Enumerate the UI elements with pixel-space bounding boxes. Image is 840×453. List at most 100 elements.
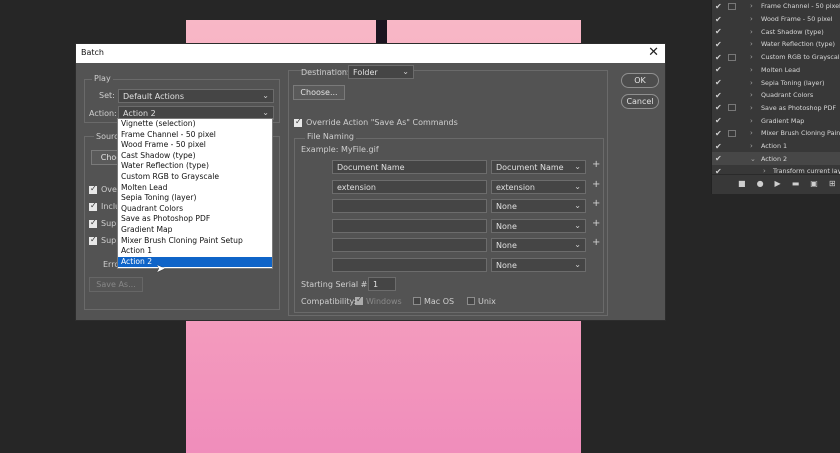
file-naming-text-field[interactable]: extension xyxy=(332,179,487,194)
suppress-profile-checkbox[interactable] xyxy=(89,235,97,245)
chevron-icon[interactable]: › xyxy=(750,129,753,137)
action-row[interactable]: ✔ › Gradient Map xyxy=(712,114,840,127)
destination-choose-button[interactable]: Choose... xyxy=(293,85,345,100)
ok-button[interactable]: OK xyxy=(621,73,659,88)
windows-checkbox[interactable] xyxy=(355,295,363,305)
save-as-label: Save As... xyxy=(96,280,136,289)
check-icon[interactable]: ✔ xyxy=(715,65,724,74)
play-icon[interactable]: ▶ xyxy=(775,179,781,188)
suppress-open-checkbox[interactable] xyxy=(89,218,97,228)
macos-checkbox[interactable] xyxy=(413,297,421,305)
include-subfolders-checkbox[interactable] xyxy=(89,201,97,211)
action-row[interactable]: ✔ › Mixer Brush Cloning Paint ... xyxy=(712,127,840,140)
dropdown-item[interactable]: Frame Channel - 50 pixel xyxy=(118,130,272,141)
override-open-checkbox[interactable] xyxy=(89,184,97,194)
check-icon[interactable]: ✔ xyxy=(715,103,724,112)
add-row-icon[interactable]: + xyxy=(592,159,600,170)
file-naming-select[interactable]: extension ⌄ xyxy=(491,179,586,194)
dialog-toggle-icon[interactable] xyxy=(728,2,736,10)
record-icon[interactable]: ● xyxy=(757,179,764,188)
action-row[interactable]: ✔ › Sepia Toning (layer) xyxy=(712,76,840,89)
file-naming-text-field[interactable] xyxy=(332,199,487,213)
file-naming-select[interactable]: Document Name ⌄ xyxy=(491,160,586,174)
dropdown-item[interactable]: Vignette (selection) xyxy=(118,119,272,130)
add-icon[interactable]: ⊞ xyxy=(829,179,836,188)
dropdown-item[interactable]: Water Reflection (type) xyxy=(118,161,272,172)
close-icon[interactable]: ✕ xyxy=(648,45,659,60)
file-naming-text-field[interactable] xyxy=(332,257,487,272)
check-icon[interactable]: ✔ xyxy=(715,129,724,138)
action-row-label: Action 2 xyxy=(761,154,788,163)
check-icon[interactable]: ✔ xyxy=(715,2,724,11)
chevron-icon[interactable]: › xyxy=(750,117,753,125)
add-row-icon[interactable]: + xyxy=(592,179,600,190)
set-select[interactable]: Default Actions ⌄ xyxy=(118,89,274,103)
check-icon[interactable]: ✔ xyxy=(715,53,724,62)
add-row-icon[interactable]: + xyxy=(592,198,600,209)
dropdown-item[interactable]: Sepia Toning (layer) xyxy=(118,193,272,204)
stop-icon[interactable]: ■ xyxy=(738,179,746,188)
dropdown-item[interactable]: Gradient Map xyxy=(118,225,272,236)
file-naming-text-field[interactable] xyxy=(332,218,487,233)
starting-serial-input[interactable]: 1 xyxy=(368,277,396,291)
cancel-button[interactable]: Cancel xyxy=(621,94,659,109)
chevron-icon[interactable]: › xyxy=(750,142,753,150)
action-row[interactable]: ✔ › Save as Photoshop PDF xyxy=(712,102,840,115)
check-icon[interactable]: ✔ xyxy=(715,91,724,100)
dropdown-item[interactable]: Save as Photoshop PDF xyxy=(118,214,272,225)
file-naming-select[interactable]: None ⌄ xyxy=(491,257,586,272)
check-icon[interactable]: ✔ xyxy=(715,27,724,36)
check-icon[interactable]: ✔ xyxy=(715,40,724,49)
action-row[interactable]: ✔ › Water Reflection (type) xyxy=(712,38,840,51)
check-icon[interactable]: ✔ xyxy=(715,142,724,151)
action-row[interactable]: ✔ › Action 1 xyxy=(712,140,840,153)
chevron-icon[interactable]: › xyxy=(750,28,753,36)
file-naming-select[interactable]: None ⌄ xyxy=(491,199,586,213)
chevron-icon[interactable]: › xyxy=(750,53,753,61)
chevron-icon[interactable]: › xyxy=(750,40,753,48)
dropdown-item[interactable]: Molten Lead xyxy=(118,183,272,194)
action-row[interactable]: ✔ › Molten Lead xyxy=(712,64,840,77)
chevron-icon[interactable]: › xyxy=(750,79,753,87)
unix-checkbox[interactable] xyxy=(467,297,475,305)
chevron-icon[interactable]: › xyxy=(750,91,753,99)
dialog-toggle-icon[interactable] xyxy=(728,129,736,137)
dropdown-item[interactable]: Mixer Brush Cloning Paint Setup xyxy=(118,236,272,247)
action-row[interactable]: ✔ › Custom RGB to Grayscale xyxy=(712,51,840,64)
dropdown-item[interactable]: Cast Shadow (type) xyxy=(118,151,272,162)
chevron-icon[interactable]: › xyxy=(750,2,753,10)
add-row-icon[interactable]: + xyxy=(592,218,600,229)
dialog-toggle-icon[interactable] xyxy=(728,53,736,61)
dropdown-item[interactable]: Quadrant Colors xyxy=(118,204,272,215)
action-row[interactable]: ✔ › Wood Frame - 50 pixel xyxy=(712,13,840,26)
add-row-icon[interactable]: + xyxy=(592,237,600,248)
dropdown-item[interactable]: Custom RGB to Grayscale xyxy=(118,172,272,183)
action-row[interactable]: ✔ › Quadrant Colors xyxy=(712,89,840,102)
file-naming-text-field[interactable]: Document Name xyxy=(332,160,487,174)
check-icon[interactable]: ✔ xyxy=(715,78,724,87)
dropdown-item[interactable]: Action 2 xyxy=(118,256,272,268)
chevron-icon[interactable]: › xyxy=(750,15,753,23)
action-row[interactable]: ✔ › Frame Channel - 50 pixel xyxy=(712,0,840,13)
dropdown-item[interactable]: Wood Frame - 50 pixel xyxy=(118,140,272,151)
destination-choose-label: Choose... xyxy=(300,88,338,97)
chevron-icon[interactable]: › xyxy=(750,104,753,112)
destination-select[interactable]: Folder ⌄ xyxy=(348,65,414,79)
dialog-toggle-icon[interactable] xyxy=(728,104,736,112)
check-icon[interactable]: ✔ xyxy=(715,15,724,24)
destination-label: Destination: xyxy=(301,68,350,77)
chevron-icon[interactable]: › xyxy=(750,66,753,74)
file-naming-select[interactable]: None ⌄ xyxy=(491,218,586,233)
action-row[interactable]: ✔ ⌄ Action 2 xyxy=(712,152,840,166)
check-icon[interactable]: ✔ xyxy=(715,154,724,163)
new-action-icon[interactable]: ▣ xyxy=(810,179,818,188)
override-save-as-checkbox[interactable] xyxy=(294,117,302,127)
dropdown-item[interactable]: Action 1 xyxy=(118,246,272,257)
save-as-button[interactable]: Save As... xyxy=(89,277,143,292)
file-naming-text-field[interactable] xyxy=(332,238,487,252)
folder-icon[interactable]: ▬ xyxy=(792,179,800,188)
check-icon[interactable]: ✔ xyxy=(715,116,724,125)
action-row[interactable]: ✔ › Cast Shadow (type) xyxy=(712,25,840,38)
file-naming-select[interactable]: None ⌄ xyxy=(491,238,586,252)
chevron-icon[interactable]: ⌄ xyxy=(750,155,756,163)
